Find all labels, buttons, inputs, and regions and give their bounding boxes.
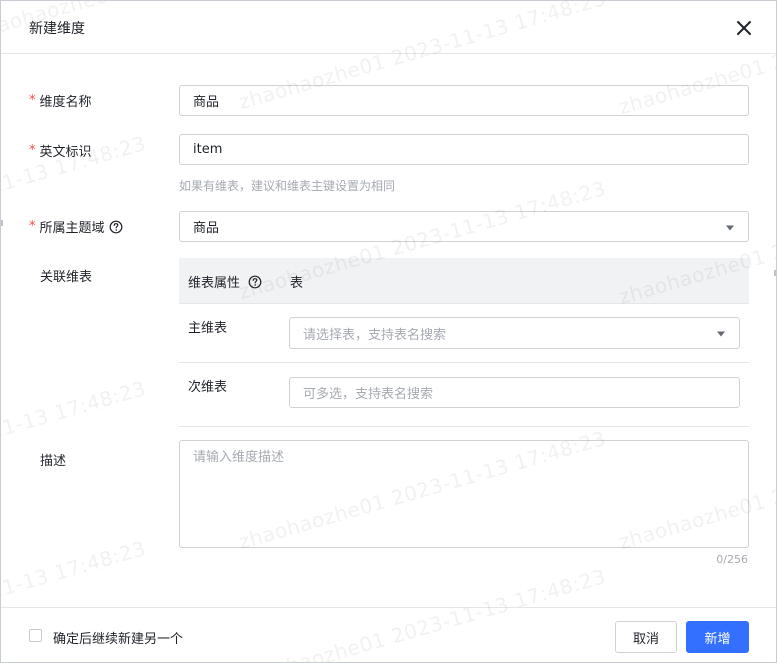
required-mark: * <box>29 219 36 234</box>
row-divider <box>179 426 749 427</box>
required-mark: * <box>29 143 36 158</box>
watermark: zhaohaozhe01 2023-11-13 17:48:23 <box>1 376 149 504</box>
question-circle-icon[interactable] <box>109 220 123 234</box>
right-edge-mark <box>774 270 776 276</box>
close-button[interactable] <box>732 16 756 40</box>
primary-table-select[interactable]: 请选择表，支持表名搜索 <box>289 317 740 349</box>
domain-label-text: 所属主题域 <box>39 221 105 236</box>
dialog-title: 新建维度 <box>29 21 85 37</box>
new-dimension-dialog: 新建维度 * 维度名称 商品 * 英文标识 item 如果有维表，建议和维表主键… <box>0 0 777 663</box>
column-header-table: 表 <box>290 276 304 291</box>
english-id-hint: 如果有维表，建议和维表主键设置为相同 <box>179 179 396 193</box>
dimension-name-label-text: 维度名称 <box>39 95 92 110</box>
secondary-table-label: 次维表 <box>188 380 228 395</box>
linked-tables-label: 关联维表 <box>40 270 93 285</box>
primary-table-placeholder: 请选择表，支持表名搜索 <box>303 327 447 343</box>
secondary-table-select[interactable]: 可多选，支持表名搜索 <box>289 377 740 408</box>
column-header-attribute-text: 维表属性 <box>188 276 241 291</box>
description-placeholder: 请输入维度描述 <box>193 450 285 465</box>
row-divider <box>179 362 749 363</box>
domain-label: * 所属主题域 <box>29 217 123 236</box>
close-icon <box>737 21 751 35</box>
continue-checkbox[interactable] <box>29 629 42 642</box>
dialog-footer: 确定后继续新建另一个 取消 新增 <box>1 607 776 662</box>
continue-checkbox-label[interactable]: 确定后继续新建另一个 <box>53 628 183 647</box>
dialog-header: 新建维度 <box>1 1 776 54</box>
required-mark: * <box>29 93 36 108</box>
question-circle-icon[interactable] <box>248 275 262 289</box>
english-id-label: * 英文标识 <box>29 141 92 160</box>
column-header-attribute: 维表属性 <box>188 272 262 291</box>
dimension-name-input[interactable]: 商品 <box>179 85 749 116</box>
description-label: 描述 <box>40 454 67 469</box>
caret-down-icon <box>726 225 734 230</box>
caret-down-icon <box>717 331 725 337</box>
english-id-label-text: 英文标识 <box>39 145 92 160</box>
domain-select[interactable]: 商品 <box>179 211 749 242</box>
character-counter: 0/256 <box>716 553 748 566</box>
cancel-button[interactable]: 取消 <box>615 621 677 653</box>
dimension-name-value: 商品 <box>193 95 220 110</box>
secondary-table-placeholder: 可多选，支持表名搜索 <box>303 387 434 402</box>
english-id-input[interactable]: item <box>179 134 749 165</box>
left-edge-mark <box>1 220 3 226</box>
dimension-name-label: * 维度名称 <box>29 91 92 110</box>
domain-value: 商品 <box>193 221 220 236</box>
linked-tables-header: 维表属性 表 <box>179 258 749 304</box>
primary-table-label: 主维表 <box>188 321 228 336</box>
description-textarea[interactable]: 请输入维度描述 <box>179 440 749 548</box>
english-id-value: item <box>193 142 223 157</box>
submit-button[interactable]: 新增 <box>686 621 749 653</box>
